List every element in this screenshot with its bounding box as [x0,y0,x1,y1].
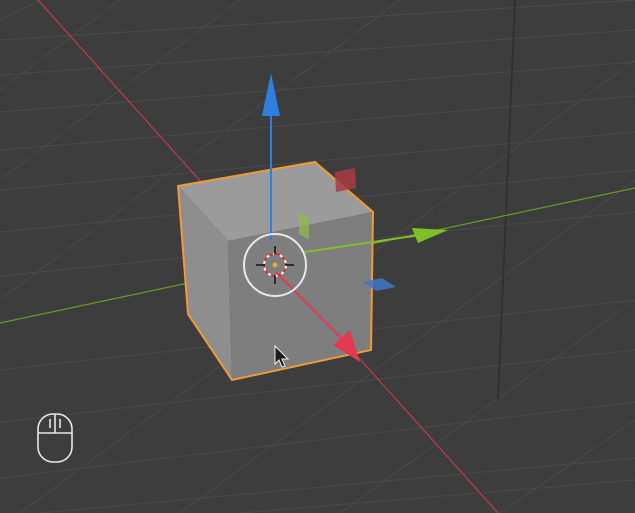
yz-plane-handle[interactable] [335,168,356,192]
mouse-icon [37,413,73,463]
3d-viewport[interactable] [0,0,635,513]
vertical-grid-line [497,0,516,401]
viewport-canvas[interactable] [0,0,635,513]
